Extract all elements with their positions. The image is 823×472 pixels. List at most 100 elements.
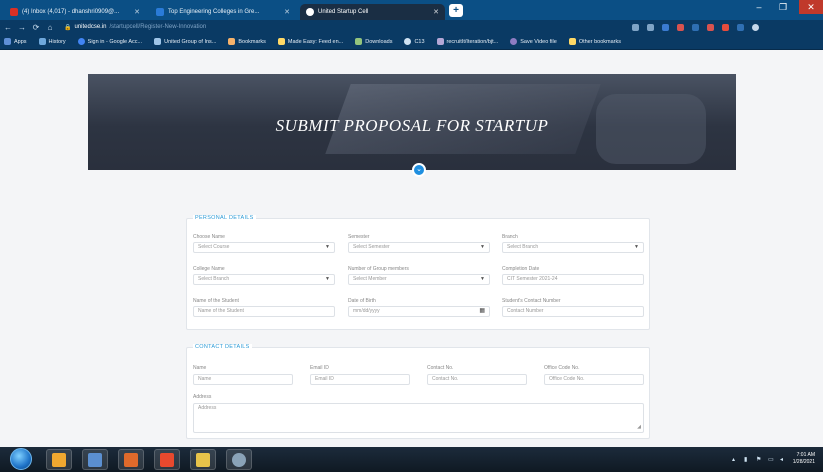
college-select[interactable]: Select Branch ▼ <box>193 274 335 285</box>
bookmark-bookmarks[interactable]: Bookmarks <box>228 38 266 45</box>
student-name-input[interactable]: Name of the Student <box>193 306 335 317</box>
forward-button[interactable]: → <box>16 23 28 32</box>
taskbar-app-ie[interactable] <box>46 449 72 470</box>
taskbar-app-media[interactable] <box>118 449 144 470</box>
bookmark-save-video[interactable]: Save Video file <box>510 38 557 45</box>
bookmark-history[interactable]: History <box>38 38 66 45</box>
globe-icon <box>404 38 412 45</box>
bookmark-downloads[interactable]: Downloads <box>355 38 392 45</box>
tab-gmail[interactable]: (4) Inbox (4,017) - dhanshri0909@... ✕ <box>4 4 146 20</box>
field-label: Address <box>193 394 212 400</box>
network-icon[interactable]: ▮ <box>744 456 750 463</box>
star-icon[interactable] <box>647 23 654 31</box>
minimize-button[interactable]: – <box>747 0 771 14</box>
bookmark-c13[interactable]: C13 <box>404 38 425 45</box>
bookmark-google[interactable]: Sign in - Google Acc... <box>77 38 142 45</box>
close-icon[interactable]: ✕ <box>284 8 290 16</box>
bookmark-recruit[interactable]: recruitIt/Iteration/bjt... <box>436 38 498 45</box>
battery-icon[interactable]: ▭ <box>768 456 774 463</box>
tab-colleges[interactable]: Top Engineering Colleges in Gre... ✕ <box>150 4 296 20</box>
brave-icon <box>160 453 174 467</box>
chevron-down-icon[interactable]: ⌄ <box>412 163 426 177</box>
address-toolbar: ← → ⟳ ⌂ 🔒 unitedcse.in /startupcell/Regi… <box>0 20 823 34</box>
chevron-down-icon: ▼ <box>325 244 330 250</box>
new-tab-button[interactable]: + <box>449 4 463 17</box>
branch-select[interactable]: Select Branch ▼ <box>502 242 644 253</box>
taskbar-app-tools[interactable] <box>226 449 252 470</box>
course-select[interactable]: Select Course ▼ <box>193 242 335 253</box>
taskbar-app-brave[interactable] <box>154 449 180 470</box>
group-members-select[interactable]: Select Member ▼ <box>348 274 490 285</box>
email-input[interactable]: Email ID <box>310 374 410 385</box>
field-label: Number of Group members <box>348 266 409 272</box>
flag-icon[interactable]: ⚑ <box>756 456 762 463</box>
media-icon <box>124 453 138 467</box>
semester-select[interactable]: Select Semester ▼ <box>348 242 490 253</box>
bookmark-made-easy[interactable]: Made Easy: Feed en... <box>277 38 343 45</box>
field-label: Choose Name <box>193 234 225 240</box>
extension-icon[interactable] <box>677 23 684 31</box>
extension-icon[interactable] <box>722 23 729 31</box>
folder-icon <box>277 38 285 45</box>
start-button[interactable] <box>10 448 32 470</box>
apps-icon <box>4 38 11 45</box>
extension-icon[interactable] <box>737 23 744 31</box>
contact-details-section: CONTACT DETAILS Name Name Email ID Email… <box>186 344 650 439</box>
folder-icon <box>88 453 102 467</box>
window-close-button[interactable]: ✕ <box>799 0 823 14</box>
office-code-input[interactable]: Office Code No. <box>544 374 644 385</box>
tab-label: United Startup Cell <box>318 9 369 15</box>
taskbar-app-folder[interactable] <box>82 449 108 470</box>
extension-icon[interactable] <box>707 23 714 31</box>
tab-label: Top Engineering Colleges in Gre... <box>168 9 260 15</box>
field-label: Branch <box>502 234 518 240</box>
contact-number-input[interactable]: Contact Number <box>502 306 644 317</box>
resize-handle-icon[interactable]: ◢ <box>637 423 641 432</box>
completion-date-input[interactable]: CIT Semester 2021-24 <box>502 274 644 285</box>
bookmark-other[interactable]: Other bookmarks <box>568 38 621 45</box>
contact-no-input[interactable]: Contact No. <box>427 374 527 385</box>
download-icon <box>355 38 363 45</box>
chevron-down-icon: ▼ <box>325 276 330 282</box>
reload-button[interactable]: ⟳ <box>30 23 42 32</box>
tray-arrow-icon[interactable]: ▴ <box>732 456 738 463</box>
google-icon <box>77 38 85 45</box>
home-button[interactable]: ⌂ <box>44 23 56 32</box>
extension-icon[interactable] <box>692 23 699 31</box>
field-label: Name of the Student <box>193 298 239 304</box>
history-icon <box>38 38 46 45</box>
back-button[interactable]: ← <box>2 23 14 32</box>
clock[interactable]: 7:01 AM 1/28/2021 <box>793 452 815 466</box>
gmail-icon <box>10 8 18 16</box>
extension-icon[interactable] <box>662 23 669 31</box>
address-bar[interactable]: 🔒 unitedcse.in /startupcell/Register-New… <box>64 22 624 33</box>
field-label: Completion Date <box>502 266 540 272</box>
date-of-birth-input[interactable]: mm/dd/yyyy ▦ <box>348 306 490 317</box>
field-label: Email ID <box>310 365 329 371</box>
bookmark-united-group[interactable]: United Group of Ins... <box>154 38 216 45</box>
field-label: Office Code No. <box>544 365 580 371</box>
hero-banner: SUBMIT PROPOSAL FOR STARTUP <box>88 74 736 170</box>
bookmark-apps[interactable]: Apps <box>4 38 27 45</box>
bookmarks-bar: Apps History Sign in - Google Acc... Uni… <box>0 34 823 50</box>
field-label: Semester <box>348 234 370 240</box>
maximize-button[interactable]: ❐ <box>771 0 795 14</box>
page-icon <box>436 38 444 45</box>
clock-date: 1/28/2021 <box>792 459 815 465</box>
search-icon[interactable] <box>632 23 639 31</box>
close-icon[interactable]: ✕ <box>134 8 140 16</box>
close-icon[interactable]: ✕ <box>433 8 439 16</box>
clock-time: 7:01 AM <box>796 452 815 458</box>
name-input[interactable]: Name <box>193 374 293 385</box>
calendar-icon[interactable]: ▦ <box>479 307 485 316</box>
address-textarea[interactable]: Address ◢ <box>193 403 644 433</box>
section-title: PERSONAL DETAILS <box>193 215 256 221</box>
browser-tab-bar: (4) Inbox (4,017) - dhanshri0909@... ✕ T… <box>0 0 823 20</box>
tab-united-startup-cell[interactable]: United Startup Cell ✕ <box>300 4 445 20</box>
profile-icon[interactable] <box>752 23 759 31</box>
lock-icon: 🔒 <box>64 24 72 31</box>
volume-icon[interactable]: ◂ <box>780 456 786 463</box>
page-title: SUBMIT PROPOSAL FOR STARTUP <box>275 116 549 135</box>
taskbar-app-explorer[interactable] <box>190 449 216 470</box>
site-icon <box>306 8 314 16</box>
